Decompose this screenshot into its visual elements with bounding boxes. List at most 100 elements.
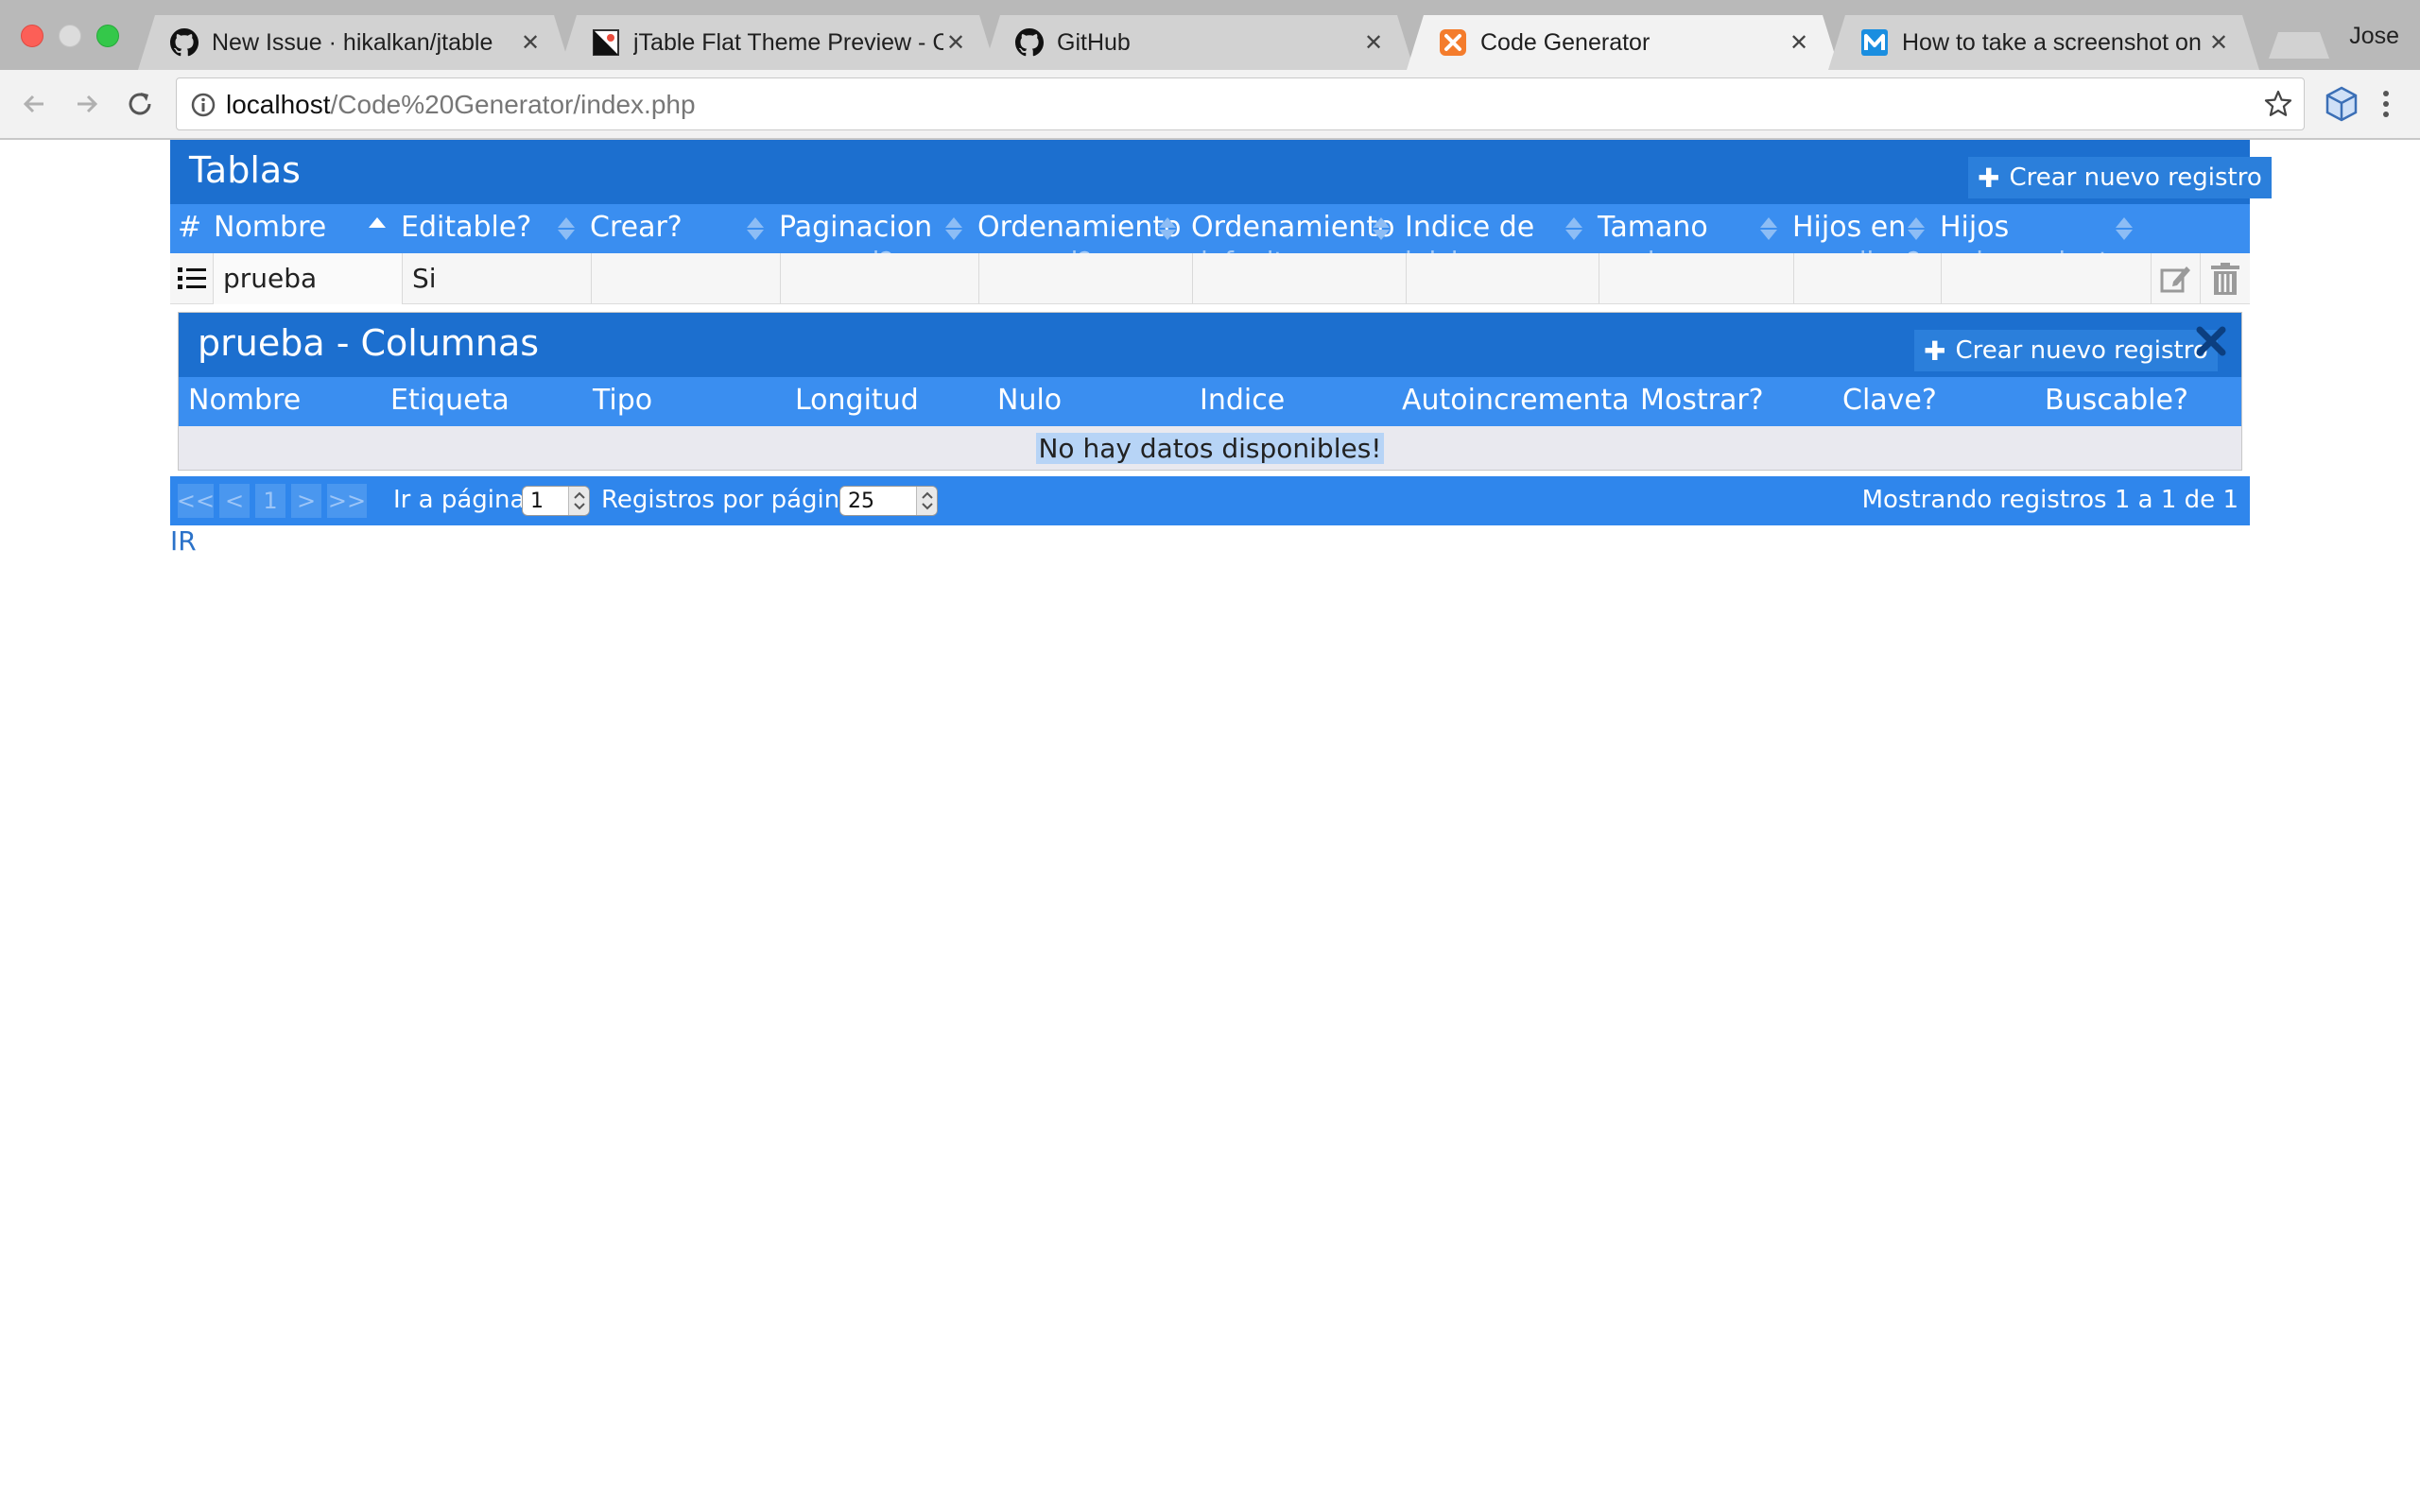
bookmark-star-icon[interactable] bbox=[2262, 88, 2294, 120]
column-header-buscable: Buscable? bbox=[2045, 384, 2188, 417]
cell-hijos-ordenamiento bbox=[1942, 253, 2152, 304]
column-header-indice-inicio[interactable]: Indice de inicio bbox=[1395, 204, 1588, 253]
prev-page-button[interactable]: < bbox=[219, 484, 250, 518]
sort-icon bbox=[2116, 217, 2133, 240]
cell-tamano-pagina bbox=[1599, 253, 1794, 304]
address-bar[interactable]: localhost/Code%20Generator/index.php bbox=[176, 77, 2305, 130]
tab-title: New Issue · hikalkan/jtable bbox=[212, 28, 493, 56]
column-header-ordenamiento-general[interactable]: Ordenamiento general? bbox=[968, 204, 1182, 253]
edit-record-button[interactable] bbox=[2152, 253, 2201, 304]
reload-icon bbox=[129, 93, 151, 115]
ir-link[interactable]: IR bbox=[170, 525, 197, 557]
columnas-add-record-button[interactable]: ✚ Crear nuevo registro bbox=[1914, 330, 2218, 371]
spinner-arrows-icon bbox=[916, 487, 937, 515]
jtable-icon bbox=[592, 28, 620, 57]
url-text: localhost/Code%20Generator/index.php bbox=[226, 90, 696, 119]
spinner-arrows-icon bbox=[568, 487, 589, 515]
first-page-button[interactable]: << bbox=[177, 484, 215, 518]
next-page-button[interactable]: > bbox=[291, 484, 321, 518]
browser-tab-jtable-preview[interactable]: jTable Flat Theme Preview - C ✕ bbox=[560, 15, 996, 70]
edit-pencil-icon bbox=[2160, 266, 2190, 293]
github-icon bbox=[170, 28, 199, 57]
reload-button[interactable] bbox=[121, 85, 159, 123]
trash-icon bbox=[2211, 263, 2239, 295]
list-icon bbox=[178, 267, 206, 289]
column-header-nombre[interactable]: Nombre bbox=[204, 204, 391, 253]
extension-cube-icon[interactable] bbox=[2324, 85, 2360, 123]
forward-button[interactable] bbox=[68, 85, 106, 123]
sort-icon bbox=[1760, 217, 1777, 240]
tab-close-icon[interactable]: ✕ bbox=[518, 29, 543, 56]
column-header-hijos-ordenamiento[interactable]: Hijos ordenamiento bbox=[1930, 204, 2138, 253]
github-icon bbox=[1015, 28, 1044, 57]
tab-close-icon[interactable]: ✕ bbox=[2206, 29, 2231, 56]
browser-tab-github[interactable]: GitHub ✕ bbox=[983, 15, 1414, 70]
browser-tab-code-generator[interactable]: Code Generator ✕ bbox=[1407, 15, 1840, 70]
browser-tab-screenshot-howto[interactable]: How to take a screenshot on a ✕ bbox=[1828, 15, 2259, 70]
profile-name[interactable]: Jose bbox=[2349, 23, 2399, 50]
close-child-table-icon[interactable] bbox=[2194, 324, 2228, 358]
column-header-paginacion[interactable]: Paginacion general? bbox=[769, 204, 968, 253]
tab-close-icon[interactable]: ✕ bbox=[1361, 29, 1386, 56]
tab-title: GitHub bbox=[1057, 28, 1131, 56]
tablas-header-row: # Nombre Editable? Crear? Paginacion gen… bbox=[170, 204, 2250, 253]
back-button[interactable] bbox=[15, 85, 53, 123]
tablas-title: Tablas bbox=[189, 149, 301, 191]
browser-toolbar: localhost/Code%20Generator/index.php bbox=[0, 70, 2420, 140]
column-header-hijos-acordion[interactable]: Hijos en acordion? bbox=[1783, 204, 1930, 253]
cell-nombre: prueba bbox=[214, 253, 403, 304]
column-header-tipo: Tipo bbox=[593, 384, 653, 417]
arrow-left-icon bbox=[23, 94, 43, 113]
cell-ordenamiento-default bbox=[1193, 253, 1407, 304]
info-icon[interactable] bbox=[190, 92, 216, 118]
xampp-icon bbox=[1439, 28, 1467, 57]
cell-paginacion bbox=[781, 253, 979, 304]
no-data-message: No hay datos disponibles! bbox=[179, 426, 2241, 470]
columnas-header-row: Nombre Etiqueta Tipo Longitud Nulo Indic… bbox=[179, 377, 2241, 426]
column-header-longitud: Longitud bbox=[795, 384, 919, 417]
columnas-title: prueba - Columnas bbox=[198, 322, 540, 364]
sort-asc-icon bbox=[369, 217, 386, 240]
columnas-title-bar: prueba - Columnas ✚ Crear nuevo registro bbox=[179, 313, 2241, 377]
window-close-button[interactable] bbox=[21, 25, 43, 47]
window-zoom-button[interactable] bbox=[96, 25, 119, 47]
column-header-ordenamiento-default[interactable]: Ordenamiento default bbox=[1182, 204, 1395, 253]
new-tab-button[interactable] bbox=[2269, 32, 2329, 59]
sort-icon bbox=[558, 217, 575, 240]
delete-record-button[interactable] bbox=[2201, 253, 2250, 304]
goto-page-label: Ir a página: bbox=[393, 486, 534, 514]
cell-hijos-acordion bbox=[1794, 253, 1942, 304]
last-page-button[interactable]: >> bbox=[327, 484, 367, 518]
browser-tabstrip: New Issue · hikalkan/jtable ✕ jTable Fla… bbox=[0, 0, 2420, 70]
tablas-add-record-button[interactable]: ✚ Crear nuevo registro bbox=[1968, 157, 2272, 198]
column-header-mostrar: Mostrar? bbox=[1640, 384, 1764, 417]
column-header-tamano-pagina[interactable]: Tamano pagina bbox=[1588, 204, 1783, 253]
tablas-title-bar: Tablas ✚ Crear nuevo registro bbox=[170, 140, 2272, 204]
browser-tab-new-issue[interactable]: New Issue · hikalkan/jtable ✕ bbox=[138, 15, 571, 70]
column-header-hash: # bbox=[178, 211, 202, 244]
columnas-child-table: prueba - Columnas ✚ Crear nuevo registro… bbox=[178, 312, 2242, 471]
tab-title: Code Generator bbox=[1480, 28, 1651, 56]
m-icon bbox=[1860, 28, 1889, 57]
page-size-label: Registros por página: bbox=[601, 486, 863, 514]
goto-page-select[interactable]: 1 bbox=[522, 486, 590, 516]
sort-icon bbox=[945, 217, 962, 240]
plus-icon: ✚ bbox=[1924, 335, 1946, 367]
column-header-crear[interactable]: Crear? bbox=[580, 204, 769, 253]
cell-ordenamiento-general bbox=[979, 253, 1193, 304]
sort-icon bbox=[1373, 217, 1390, 240]
tab-title: How to take a screenshot on a bbox=[1902, 28, 2206, 56]
tablas-footer: << < 1 > >> Ir a página: 1 Registros por… bbox=[170, 476, 2250, 525]
column-header-indice: Indice bbox=[1200, 384, 1286, 417]
tab-close-icon[interactable]: ✕ bbox=[943, 29, 968, 56]
column-header-nombre: Nombre bbox=[188, 384, 302, 417]
page-1-button[interactable]: 1 bbox=[255, 484, 285, 518]
page-size-select[interactable]: 25 bbox=[839, 486, 938, 516]
browser-menu-icon[interactable] bbox=[2375, 85, 2397, 123]
column-header-editable[interactable]: Editable? bbox=[391, 204, 580, 253]
open-child-table-button[interactable] bbox=[170, 253, 214, 304]
column-header-clave: Clave? bbox=[1842, 384, 1937, 417]
window-minimize-button[interactable] bbox=[59, 25, 81, 47]
tab-close-icon[interactable]: ✕ bbox=[1787, 29, 1811, 56]
cell-crear bbox=[592, 253, 781, 304]
